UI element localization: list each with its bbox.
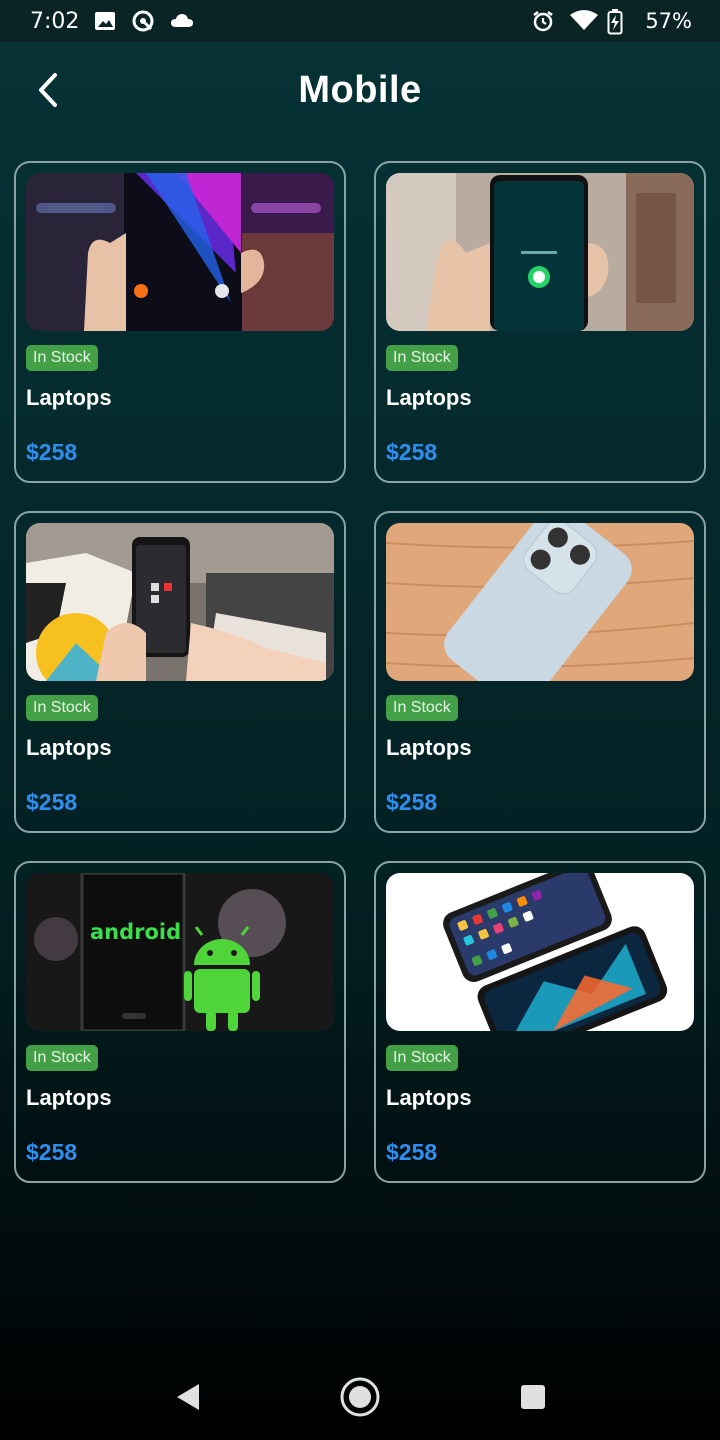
recents-square-icon: [521, 1385, 546, 1409]
product-price: $258: [386, 1139, 438, 1165]
nav-home-button[interactable]: [330, 1367, 390, 1427]
product-price: $258: [26, 1139, 78, 1165]
sync-icon: [131, 9, 155, 33]
product-image: [26, 523, 334, 681]
nav-back-button[interactable]: [157, 1367, 217, 1427]
product-name: Laptops: [26, 735, 112, 760]
status-time: 7:02: [30, 8, 80, 34]
stock-badge: In Stock: [386, 695, 458, 721]
product-name: Laptops: [26, 1085, 112, 1110]
nav-recents-button[interactable]: [503, 1367, 563, 1427]
back-triangle-icon: [176, 1384, 199, 1410]
product-card[interactable]: In Stock Laptops $258: [14, 511, 346, 833]
app-header: Mobile: [0, 42, 720, 138]
product-name: Laptops: [386, 1085, 472, 1110]
product-grid: In Stock Laptops $258 In Stock Laptops $…: [14, 161, 706, 1183]
product-card[interactable]: In Stock Laptops $258: [14, 161, 346, 483]
product-image: [386, 873, 694, 1031]
product-price: $258: [26, 439, 78, 465]
stock-badge: In Stock: [26, 695, 98, 721]
product-name: Laptops: [26, 385, 112, 410]
product-card[interactable]: In Stock Laptops $258: [374, 511, 706, 833]
chevron-left-icon: [39, 73, 57, 107]
stock-badge: In Stock: [26, 345, 98, 371]
product-price: $258: [386, 439, 438, 465]
wifi-icon: [569, 9, 599, 33]
status-left: 7:02: [30, 8, 194, 34]
product-image: [386, 173, 694, 331]
product-name: Laptops: [386, 735, 472, 760]
cloud-icon: [169, 9, 194, 33]
product-image: [26, 173, 334, 331]
page-title: Mobile: [298, 68, 422, 111]
product-image: [386, 523, 694, 681]
product-card[interactable]: android In Stock Laptops $258: [14, 861, 346, 1183]
stock-badge: In Stock: [386, 1045, 458, 1071]
image-icon: [93, 9, 117, 33]
svg-text:android: android: [90, 920, 181, 944]
stock-badge: In Stock: [386, 345, 458, 371]
alarm-icon: [531, 9, 555, 33]
battery-charging-icon: [607, 9, 631, 35]
product-price: $258: [26, 789, 78, 815]
home-circle-icon: [340, 1377, 380, 1417]
product-card[interactable]: In Stock Laptops $258: [374, 861, 706, 1183]
product-image: android: [26, 873, 334, 1031]
product-name: Laptops: [386, 385, 472, 410]
battery-percent: 57%: [645, 9, 692, 33]
back-button[interactable]: [26, 68, 70, 112]
product-card[interactable]: In Stock Laptops $258: [374, 161, 706, 483]
status-right: 57%: [531, 9, 692, 35]
status-bar: 7:02 57%: [0, 0, 720, 42]
product-price: $258: [386, 789, 438, 815]
stock-badge: In Stock: [26, 1045, 98, 1071]
system-nav-bar: [0, 1354, 720, 1440]
